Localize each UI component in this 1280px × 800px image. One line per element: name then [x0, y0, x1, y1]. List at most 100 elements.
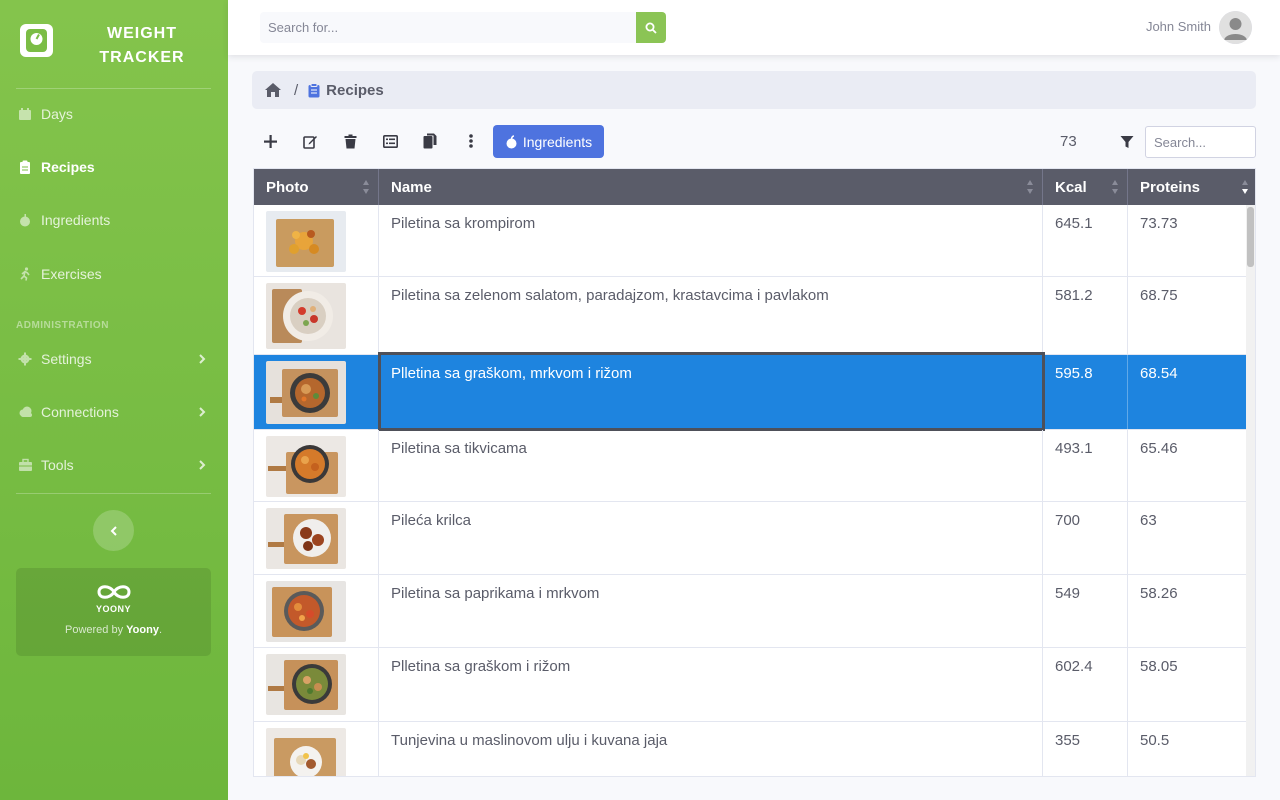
scrollbar-thumb[interactable] [1247, 207, 1254, 267]
powered-by-company: Yoony [126, 624, 159, 636]
breadcrumb-current: Recipes [326, 81, 384, 99]
ingredients-button[interactable]: Ingredients [493, 125, 604, 158]
powered-by-text: Powered by Yoony. [16, 624, 211, 636]
table-row[interactable]: Tunjevina u maslinovom ulju i kuvana jaj… [254, 722, 1248, 776]
table-row[interactable]: Piletina sa krompirom 645.1 73.73 [254, 205, 1248, 277]
calendar-icon [18, 107, 32, 121]
search-input[interactable] [260, 12, 636, 43]
table-search-input[interactable] [1145, 126, 1256, 158]
photo-cell [254, 502, 379, 574]
delete-button[interactable] [334, 126, 366, 156]
sidebar-toggle-button[interactable] [93, 510, 134, 551]
filter-button[interactable] [1110, 126, 1144, 158]
column-header-name[interactable]: Name [379, 169, 1043, 205]
sidebar: WEIGHT TRACKER Days Recipes Ingredients … [0, 0, 228, 800]
sidebar-item-label: Recipes [41, 159, 95, 175]
photo-cell [254, 355, 379, 429]
record-count: 73 [1060, 133, 1077, 150]
sidebar-item-tools[interactable]: Tools [0, 445, 228, 485]
add-button[interactable] [254, 126, 286, 156]
proteins-cell: 63 [1140, 512, 1157, 529]
recipe-photo [266, 361, 346, 424]
kcal-cell: 549 [1043, 575, 1128, 647]
edit-button[interactable] [294, 126, 326, 156]
search-icon [645, 22, 657, 34]
chevron-left-icon [110, 525, 117, 536]
copy-icon [423, 133, 437, 149]
table-row[interactable]: Plletina sa graškom i rižom 602.4 58.05 [254, 648, 1248, 722]
name-cell: Tunjevina u maslinovom ulju i kuvana jaj… [379, 722, 1043, 776]
sidebar-divider [16, 493, 211, 494]
table-row[interactable]: Piletina sa tikvicama 493.1 65.46 [254, 430, 1248, 502]
photo-cell [254, 430, 379, 501]
table-row-selected[interactable]: Plletina sa graškom, mrkvom i rižom 595.… [254, 352, 1248, 431]
sort-icon [363, 180, 369, 194]
proteins-cell: 68.54 [1140, 365, 1178, 382]
gear-icon [18, 352, 32, 366]
sort-desc-icon [1242, 180, 1248, 194]
proteins-cell: 50.5 [1140, 732, 1170, 749]
column-header-photo[interactable]: Photo [254, 169, 379, 205]
sidebar-divider [16, 88, 211, 89]
search-button[interactable] [636, 12, 666, 43]
topbar: John Smith [228, 0, 1280, 55]
column-header-label: Photo [266, 178, 309, 196]
sidebar-item-ingredients[interactable]: Ingredients [0, 200, 228, 240]
breadcrumb: / Recipes [252, 71, 1256, 109]
kcal-cell: 645.1 [1043, 205, 1128, 276]
name-cell: Piletina sa krompirom [379, 205, 1043, 276]
recipe-photo [266, 728, 346, 776]
column-header-proteins[interactable]: Proteins [1128, 169, 1255, 205]
more-options-button[interactable] [455, 126, 487, 156]
kcal-cell: 581.2 [1043, 277, 1128, 354]
column-header-label: Kcal [1055, 178, 1087, 196]
home-icon[interactable] [264, 82, 282, 98]
edit-icon [302, 135, 317, 149]
trash-icon [344, 134, 356, 148]
list-icon [382, 134, 398, 148]
recipes-table: Photo Name Kcal Proteins Piletina sa kro… [253, 168, 1256, 777]
table-scrollbar[interactable] [1246, 205, 1255, 776]
table-row[interactable]: Pileća krilca 700 63 [254, 502, 1248, 575]
sidebar-item-recipes[interactable]: Recipes [0, 147, 228, 187]
column-header-kcal[interactable]: Kcal [1043, 169, 1128, 205]
brand[interactable]: WEIGHT TRACKER [0, 0, 228, 88]
kcal-cell: 355 [1043, 722, 1128, 776]
proteins-cell: 58.05 [1140, 658, 1178, 675]
photo-cell [254, 205, 379, 276]
breadcrumb-separator: / [294, 81, 299, 99]
powered-by-suffix: . [158, 624, 162, 636]
table-row[interactable]: Piletina sa paprikama i mrkvom 549 58.26 [254, 575, 1248, 648]
details-button[interactable] [374, 126, 406, 156]
photo-cell [254, 648, 379, 721]
scale-icon [20, 24, 53, 57]
sidebar-item-settings[interactable]: Settings [0, 339, 228, 379]
sidebar-item-exercises[interactable]: Exercises [0, 254, 228, 294]
name-cell: Piletina sa tikvicama [379, 430, 1043, 501]
filter-icon [1120, 136, 1134, 148]
sidebar-item-days[interactable]: Days [0, 94, 228, 134]
copy-button[interactable] [414, 126, 446, 156]
apple-icon [18, 213, 32, 227]
kcal-cell: 602.4 [1043, 648, 1128, 721]
sidebar-item-label: Tools [41, 457, 74, 473]
clipboard-icon [18, 160, 32, 174]
sort-icon [1027, 180, 1033, 194]
chevron-right-icon [199, 407, 206, 417]
clipboard-icon [308, 82, 320, 97]
kcal-cell: 493.1 [1043, 430, 1128, 501]
cloud-icon [18, 405, 32, 419]
proteins-cell: 73.73 [1140, 215, 1178, 232]
powered-by-card: YOONY Powered by Yoony. [16, 568, 211, 656]
recipe-photo [266, 283, 346, 349]
table-row[interactable]: Piletina sa zelenom salatom, paradajzom,… [254, 277, 1248, 355]
running-icon [18, 267, 32, 281]
user-avatar-icon [1219, 11, 1252, 44]
toolbox-icon [18, 458, 32, 472]
avatar[interactable] [1219, 11, 1252, 44]
user-name[interactable]: John Smith [1146, 19, 1211, 34]
sidebar-item-connections[interactable]: Connections [0, 392, 228, 432]
recipe-photo [266, 436, 346, 497]
sidebar-item-label: Connections [41, 404, 119, 420]
name-cell: Pileća krilca [379, 502, 1043, 574]
